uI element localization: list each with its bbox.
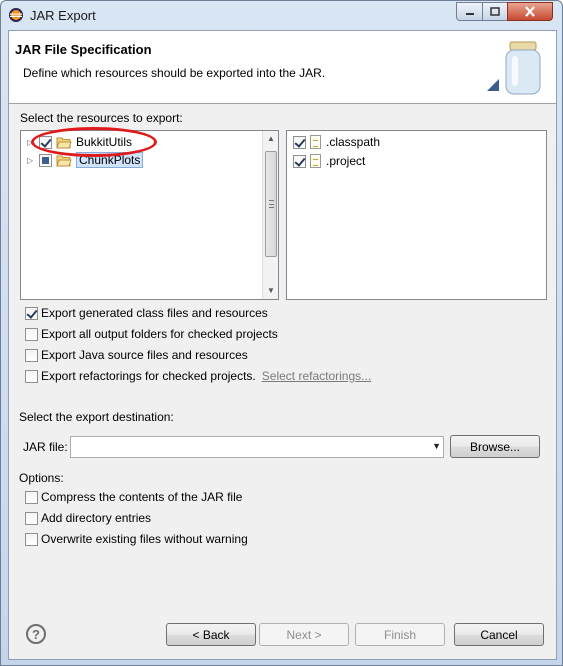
scroll-down-icon[interactable]: ▼ — [263, 283, 279, 299]
cancel-button[interactable]: Cancel — [454, 623, 544, 646]
option-label: Compress the contents of the JAR file — [41, 490, 243, 504]
directory-entries-option[interactable]: Add directory entries — [25, 511, 151, 525]
maximize-icon — [490, 7, 500, 16]
export-output-folders-checkbox[interactable] — [25, 327, 38, 341]
expand-arrow-icon[interactable]: ▷ — [27, 156, 36, 165]
option-label: Export generated class files and resourc… — [41, 306, 268, 320]
jar-file-combo[interactable]: ▼ — [70, 436, 444, 458]
export-refactorings-option[interactable]: Export refactorings for checked projects… — [25, 369, 371, 383]
header-banner: JAR File Specification Define which reso… — [9, 31, 556, 104]
file-icon — [310, 135, 321, 149]
tree-scrollbar[interactable]: ▲ ▼ — [262, 131, 278, 299]
title-bar: JAR Export — [1, 1, 562, 29]
file-list[interactable]: .classpath .project — [286, 130, 547, 300]
annotation-ellipse — [31, 127, 157, 157]
jar-file-label: JAR file: — [23, 440, 68, 454]
help-icon[interactable]: ? — [26, 624, 46, 644]
option-label: Overwrite existing files without warning — [41, 532, 248, 546]
export-java-source-option[interactable]: Export Java source files and resources — [25, 348, 248, 362]
classpath-checkbox[interactable] — [293, 135, 306, 149]
minimize-icon — [465, 12, 474, 15]
chevron-down-icon[interactable]: ▼ — [432, 441, 441, 451]
options-label: Options: — [19, 471, 64, 485]
option-label: Add directory entries — [41, 511, 152, 525]
dialog-client-area: JAR File Specification Define which reso… — [8, 30, 557, 660]
back-button[interactable]: < Back — [166, 623, 256, 646]
close-icon — [525, 6, 535, 17]
grip-icon — [269, 200, 274, 208]
export-refactorings-checkbox[interactable] — [25, 369, 38, 383]
jar-icon — [487, 41, 541, 95]
list-item[interactable]: .classpath — [293, 133, 380, 151]
export-class-files-checkbox[interactable] — [25, 306, 38, 320]
page-title: JAR File Specification — [15, 42, 152, 57]
window-title: JAR Export — [30, 8, 96, 23]
project-file-checkbox[interactable] — [293, 154, 306, 168]
export-class-files-option[interactable]: Export generated class files and resourc… — [25, 306, 268, 320]
file-label: .project — [326, 154, 366, 168]
destination-label: Select the export destination: — [19, 410, 174, 424]
file-icon — [310, 154, 321, 168]
maximize-button[interactable] — [482, 2, 508, 21]
option-label: Export all output folders for checked pr… — [41, 327, 278, 341]
option-label: Export refactorings for checked projects… — [41, 369, 256, 383]
browse-button[interactable]: Browse... — [450, 435, 540, 458]
minimize-button[interactable] — [456, 2, 483, 21]
next-button[interactable]: Next > — [259, 623, 349, 646]
dialog-window: JAR Export JAR File Specification Define… — [0, 0, 563, 666]
overwrite-option[interactable]: Overwrite existing files without warning — [25, 532, 248, 546]
compress-option[interactable]: Compress the contents of the JAR file — [25, 490, 242, 504]
directory-entries-checkbox[interactable] — [25, 511, 38, 525]
option-label: Export Java source files and resources — [41, 348, 248, 362]
scroll-thumb[interactable] — [265, 151, 277, 257]
scroll-up-icon[interactable]: ▲ — [263, 131, 279, 147]
eclipse-icon — [9, 8, 23, 22]
close-button[interactable] — [507, 2, 553, 21]
file-label: .classpath — [326, 135, 381, 149]
finish-button[interactable]: Finish — [355, 623, 445, 646]
resources-label: Select the resources to export: — [20, 111, 183, 125]
list-item[interactable]: .project — [293, 152, 365, 170]
overwrite-checkbox[interactable] — [25, 532, 38, 546]
project-tree[interactable]: ▷ BukkitUtils ▷ ChunkPlots ▲ ▼ — [20, 130, 279, 300]
page-description: Define which resources should be exporte… — [23, 66, 326, 80]
chunkplots-checkbox[interactable] — [39, 153, 52, 167]
compress-checkbox[interactable] — [25, 490, 38, 504]
export-java-source-checkbox[interactable] — [25, 348, 38, 362]
export-output-folders-option[interactable]: Export all output folders for checked pr… — [25, 327, 278, 341]
select-refactorings-link[interactable]: Select refactorings... — [262, 369, 371, 383]
